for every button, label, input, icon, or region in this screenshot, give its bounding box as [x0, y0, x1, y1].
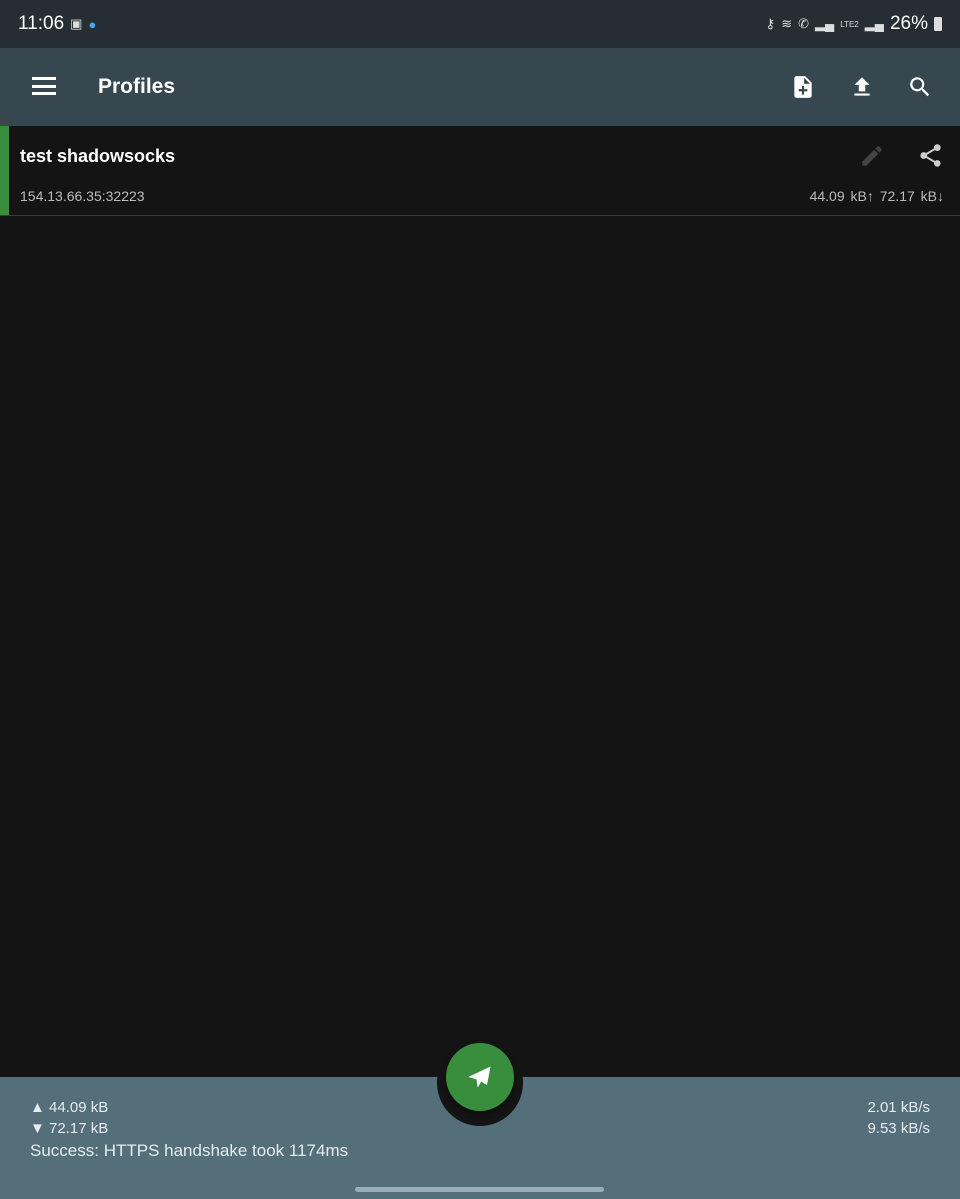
- share-icon[interactable]: [917, 142, 944, 169]
- gesture-handle[interactable]: [355, 1187, 604, 1192]
- battery-icon: [934, 17, 942, 31]
- profile-name: test shadowsocks: [20, 146, 176, 166]
- wifi-icon: ≋: [781, 16, 793, 31]
- image-icon: ▣: [70, 16, 83, 31]
- connect-button[interactable]: [446, 1043, 514, 1111]
- call-icon: ✆: [798, 16, 809, 31]
- status-message: Success: HTTPS handshake took 1174ms: [30, 1141, 349, 1160]
- messenger-icon: ●: [88, 16, 97, 32]
- status-bar: 11:06 ▣ ● ⚷ ≋ ✆ ▂▄ LTE2 ▂▄ 26%: [0, 0, 960, 48]
- vpn-key-icon: ⚷: [765, 16, 776, 31]
- signal-icon: ▂▄: [864, 16, 884, 31]
- tx-rate: 2.01 kB/s: [867, 1099, 930, 1116]
- battery-level: 26%: [889, 13, 928, 34]
- paper-plane-icon: [468, 1066, 491, 1088]
- clock: 11:06: [18, 13, 65, 34]
- tx-total: ▲ 44.09 kB: [30, 1099, 109, 1116]
- profile-address: 154.13.66.35:32223: [20, 188, 145, 204]
- edit-icon[interactable]: [859, 143, 885, 169]
- rx-rate: 9.53 kB/s: [867, 1120, 930, 1137]
- search-icon[interactable]: [907, 74, 933, 100]
- add-profile-icon[interactable]: [790, 74, 816, 100]
- import-icon[interactable]: [849, 74, 875, 100]
- signal-icon: ▂▄: [815, 16, 835, 31]
- menu-icon[interactable]: [32, 77, 56, 95]
- rx-total: ▼ 72.17 kB: [30, 1120, 109, 1137]
- profile-traffic: 44.09 kB↑ 72.17 kB↓: [809, 188, 944, 204]
- volte-icon: LTE2: [840, 19, 859, 29]
- app-bar: Profiles: [0, 48, 960, 126]
- page-title: Profiles: [98, 75, 176, 98]
- active-indicator: [0, 126, 9, 215]
- profile-item[interactable]: test shadowsocks 154.13.66.35:32223 44.0…: [0, 126, 960, 216]
